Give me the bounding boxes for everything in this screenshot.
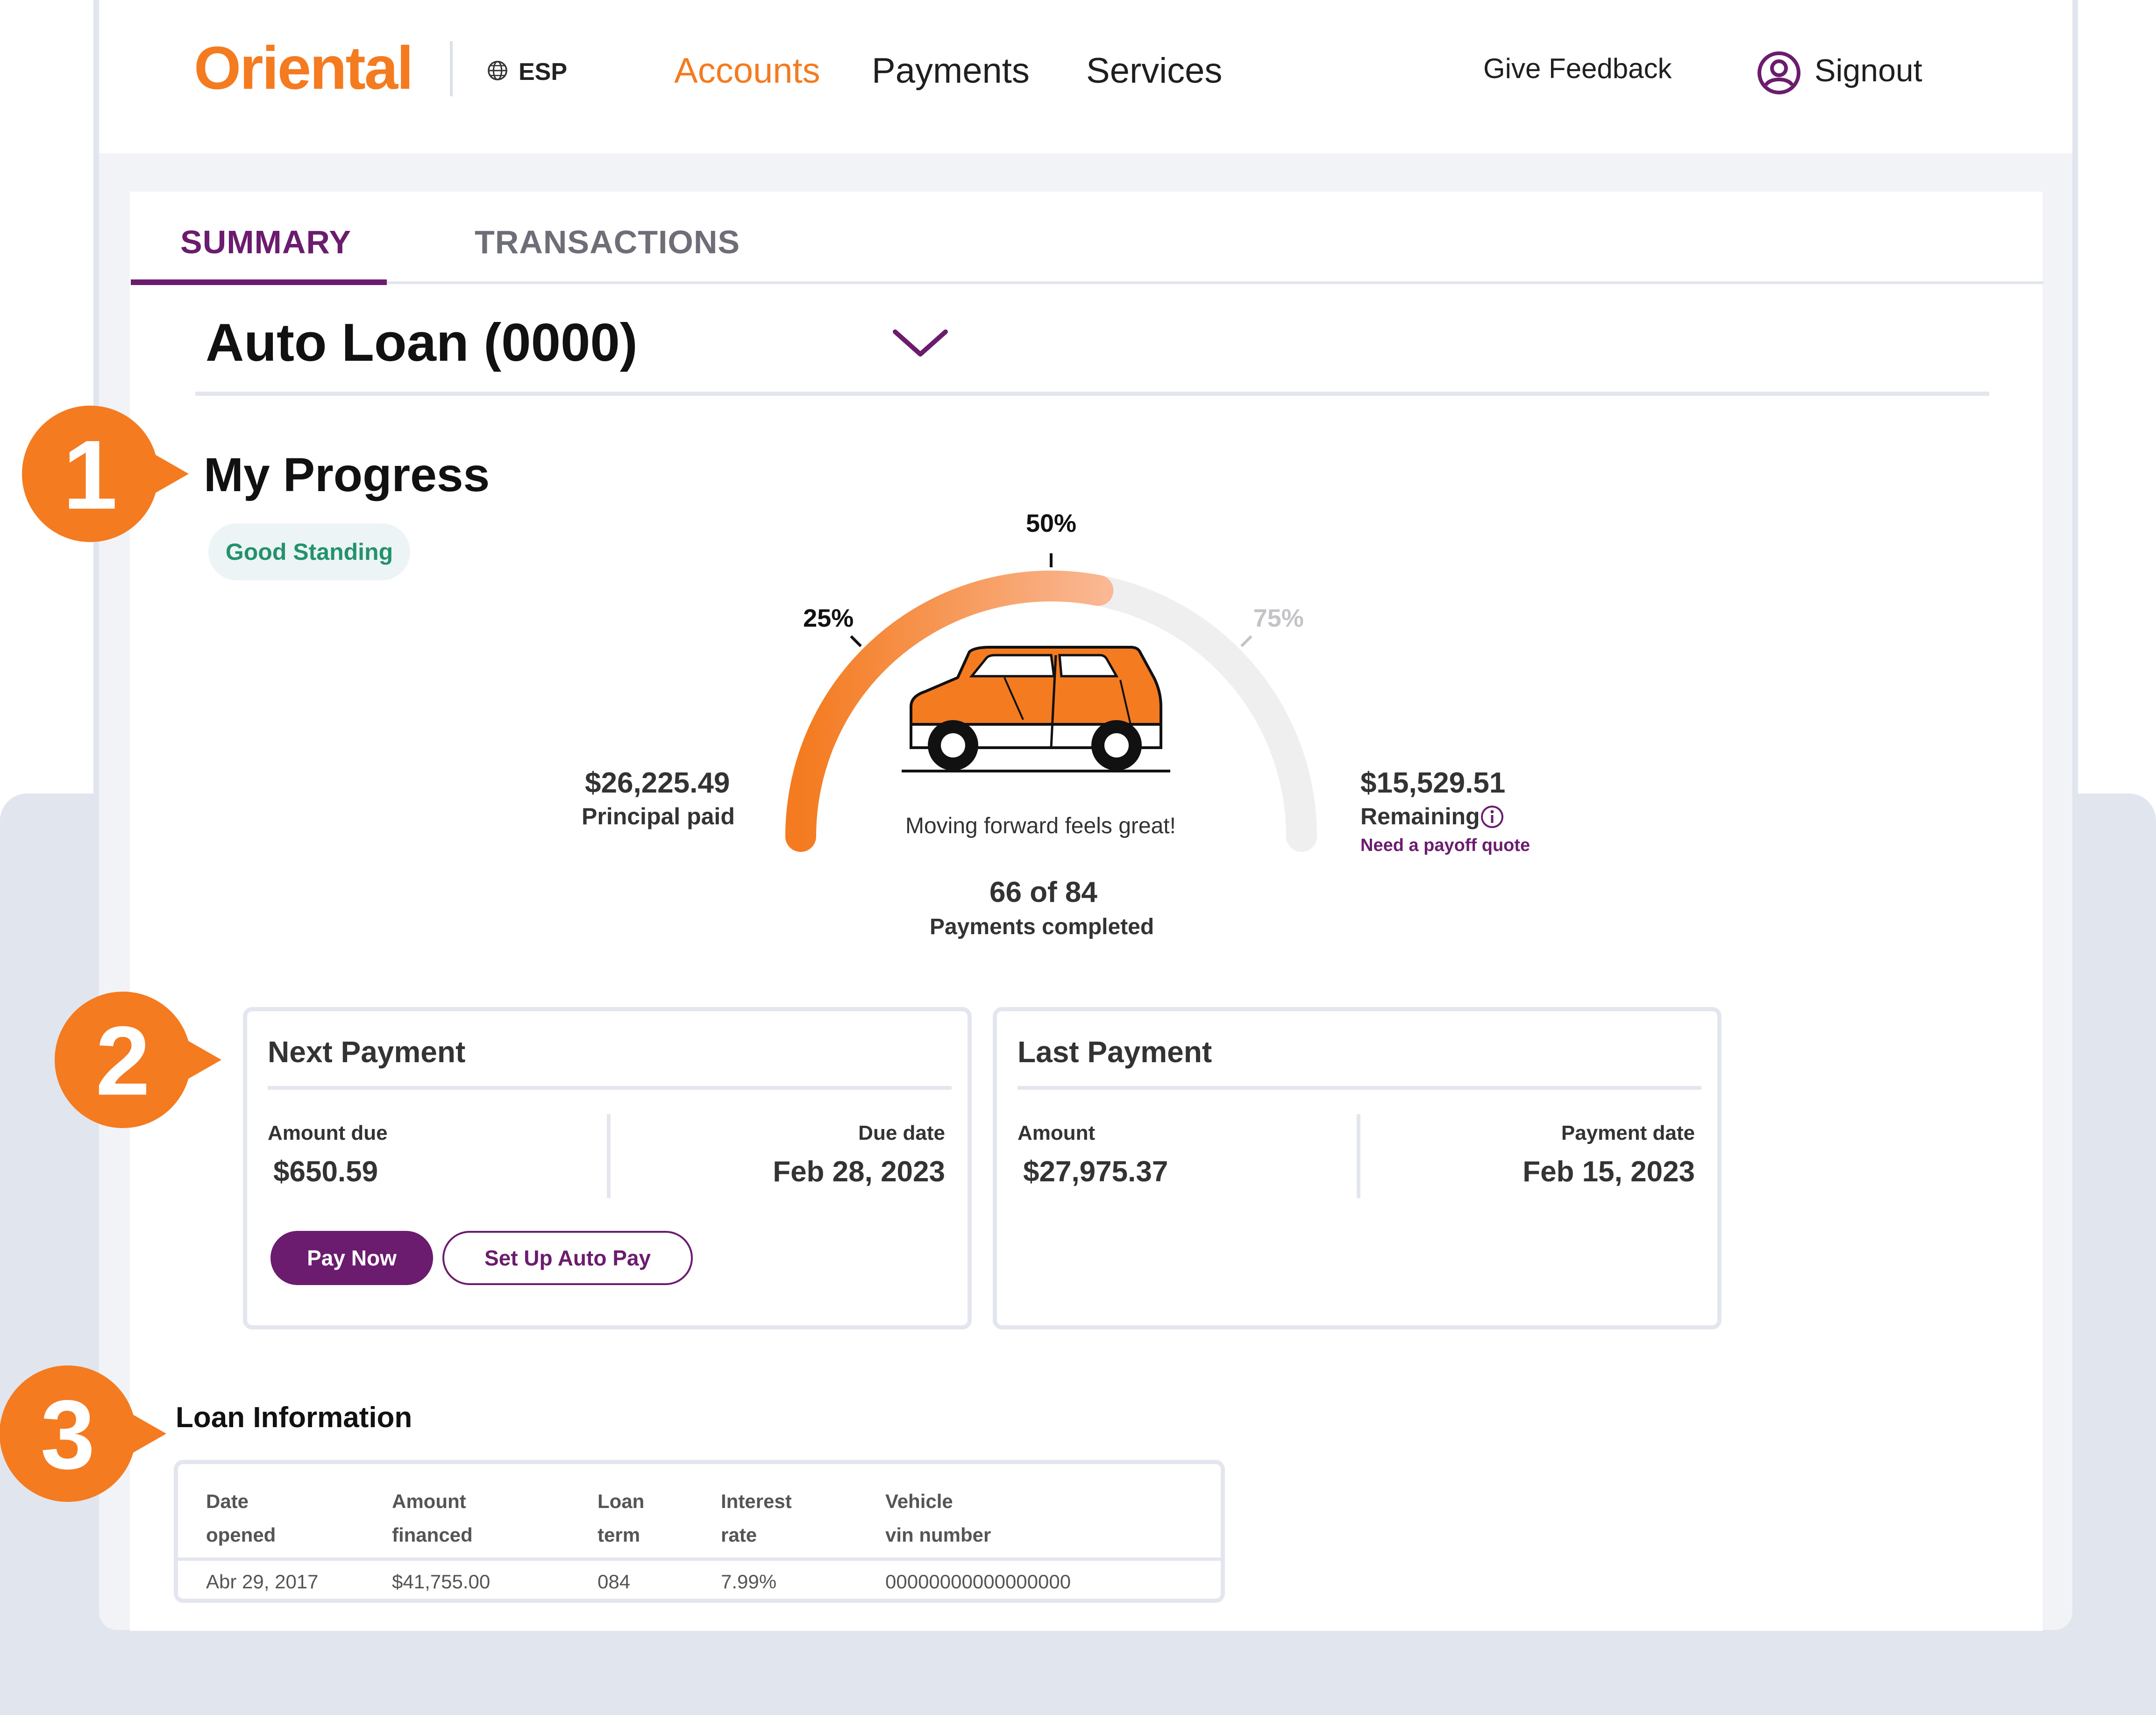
payment-date-value: Feb 15, 2023: [1523, 1156, 1695, 1188]
account-divider: [195, 392, 1989, 396]
callout-marker-2: 2: [55, 991, 221, 1131]
chevron-down-icon[interactable]: [891, 327, 949, 360]
car-icon: [902, 646, 1170, 772]
give-feedback-link[interactable]: Give Feedback: [1483, 52, 1672, 85]
tab-summary[interactable]: SUMMARY: [180, 223, 351, 261]
cell-amount-financed: $41,755.00: [392, 1571, 491, 1593]
last-amount-label: Amount: [1018, 1122, 1096, 1144]
oriental-logo[interactable]: Oriental: [194, 33, 413, 103]
amount-due-value: $650.59: [273, 1156, 378, 1188]
set-up-auto-pay-button[interactable]: Set Up Auto Pay: [442, 1231, 693, 1285]
gauge-caption: Moving forward feels great!: [905, 814, 1176, 838]
payoff-quote-link[interactable]: Need a payoff quote: [1360, 836, 1530, 856]
principal-paid-value: $26,225.49: [585, 767, 730, 799]
gauge-tick-label-50: 50%: [1026, 509, 1076, 537]
column-header-vehicle-vin: Vehicle vin number: [885, 1490, 991, 1546]
column-header-loan-term: Loan term: [598, 1490, 645, 1546]
marker-number: 3: [41, 1380, 95, 1490]
tab-transactions[interactable]: TRANSACTIONS: [475, 223, 740, 261]
due-date-label: Due date: [858, 1122, 945, 1144]
nav-payments[interactable]: Payments: [872, 50, 1030, 91]
principal-paid-label: Principal paid: [582, 803, 735, 829]
payments-completed-count: 66 of 84: [989, 876, 1097, 908]
card-vertical-divider: [1357, 1114, 1360, 1198]
logo-divider: [450, 41, 453, 96]
status-badge: Good Standing: [208, 523, 410, 580]
my-progress-heading: My Progress: [204, 448, 490, 501]
nav-accounts[interactable]: Accounts: [674, 50, 820, 91]
nav-services[interactable]: Services: [1086, 50, 1222, 91]
marker-number: 1: [63, 420, 118, 530]
gauge-tick-25: [850, 635, 862, 647]
last-amount-value: $27,975.37: [1023, 1156, 1168, 1188]
last-payment-card: Last Payment Amount $27,975.37 Payment d…: [993, 1007, 1722, 1329]
payments-completed-label: Payments completed: [930, 915, 1154, 939]
callout-marker-3: 3: [0, 1365, 166, 1505]
info-icon[interactable]: [1480, 805, 1504, 829]
due-date-value: Feb 28, 2023: [773, 1156, 945, 1188]
card-vertical-divider: [607, 1114, 611, 1198]
column-header-amount-financed: Amount financed: [392, 1490, 473, 1546]
next-payment-title: Next Payment: [268, 1035, 466, 1069]
cell-interest-rate: 7.99%: [721, 1571, 777, 1593]
gauge-tick-75: [1240, 635, 1252, 647]
payment-date-label: Payment date: [1561, 1122, 1695, 1144]
marker-number: 2: [96, 1006, 150, 1116]
cell-loan-term: 084: [598, 1571, 631, 1593]
remaining-label: Remaining: [1360, 803, 1480, 829]
column-header-date-opened: Date opened: [206, 1490, 276, 1546]
column-header-interest-rate: Interest rate: [721, 1490, 792, 1546]
remaining-value: $15,529.51: [1360, 767, 1506, 799]
gauge-tick-label-25: 25%: [803, 604, 854, 632]
tabs-underline: [131, 281, 2043, 284]
user-icon[interactable]: [1757, 50, 1801, 95]
gauge-tick-label-75: 75%: [1253, 604, 1304, 632]
last-payment-title: Last Payment: [1018, 1035, 1212, 1069]
table-header-divider: [178, 1558, 1221, 1561]
loan-information-heading: Loan Information: [176, 1401, 413, 1434]
next-payment-card: Next Payment Amount due $650.59 Due date…: [243, 1007, 972, 1329]
cell-date-opened: Abr 29, 2017: [206, 1571, 319, 1593]
progress-gauge: 25% 50% 75%: [785, 509, 1317, 852]
account-selector-title[interactable]: Auto Loan (0000): [206, 312, 638, 373]
amount-due-label: Amount due: [268, 1122, 388, 1144]
language-toggle[interactable]: ESP: [519, 58, 567, 86]
globe-icon: [488, 61, 507, 80]
card-divider: [1018, 1086, 1701, 1090]
loan-information-table: Date opened Amount financed Loan term Inter…: [174, 1460, 1225, 1603]
content-card: [130, 192, 2042, 1631]
pay-now-button[interactable]: Pay Now: [270, 1231, 433, 1285]
signout-link[interactable]: Signout: [1814, 52, 1922, 89]
active-tab-indicator: [131, 279, 387, 285]
cell-vehicle-vin: 00000000000000000: [885, 1571, 1071, 1593]
card-divider: [268, 1086, 952, 1090]
callout-marker-1: 1: [22, 405, 189, 545]
